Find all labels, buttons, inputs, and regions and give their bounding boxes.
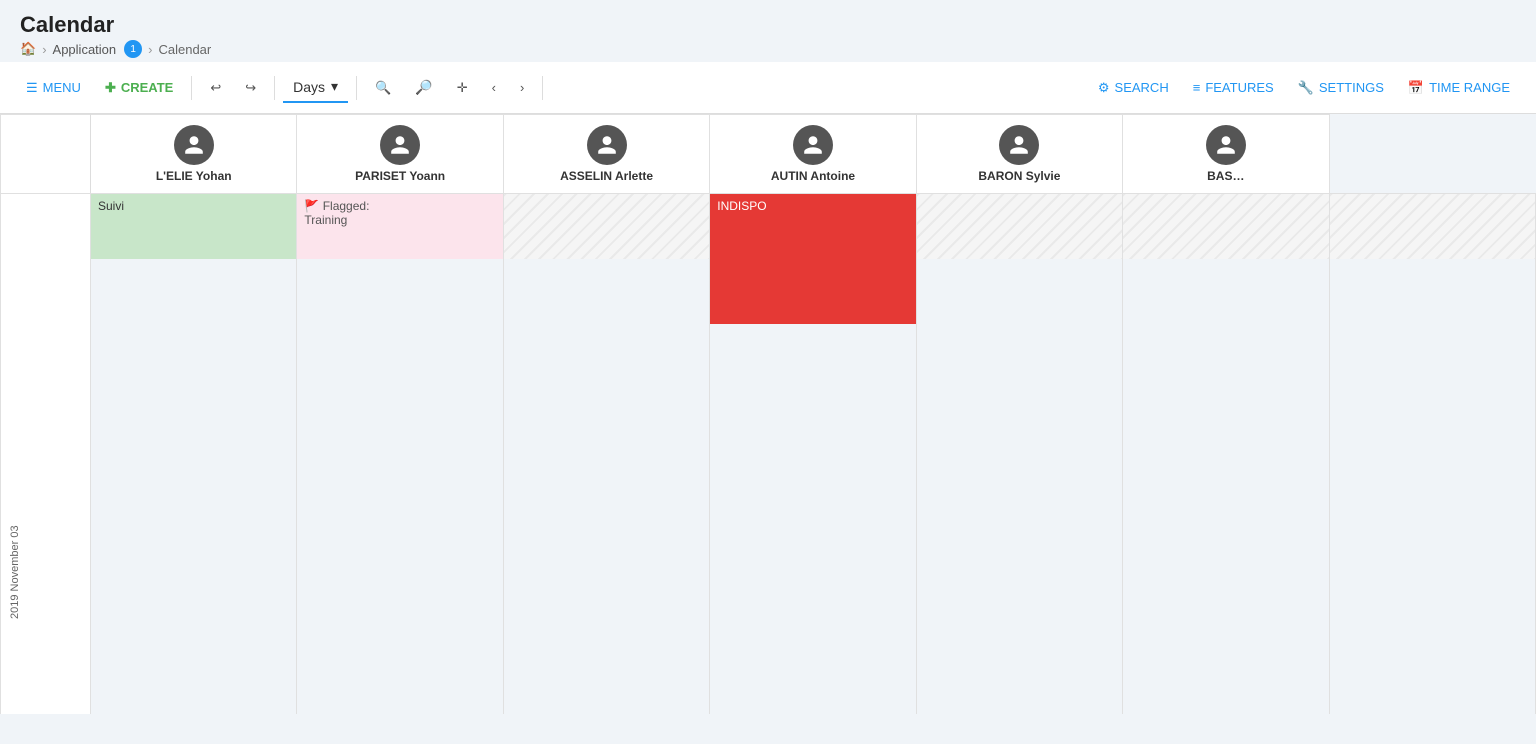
cell-03nov-asselin[interactable] bbox=[503, 194, 709, 715]
view-label: Days bbox=[293, 79, 325, 95]
view-select[interactable]: Days ▾ bbox=[283, 72, 348, 103]
next-button[interactable]: › bbox=[510, 74, 534, 101]
cell-hatched-03-asselin bbox=[504, 194, 709, 259]
event-suivi[interactable]: Suivi bbox=[91, 194, 296, 259]
undo-button[interactable]: ↩ bbox=[200, 74, 231, 102]
page-header: Calendar 🏠 › Application 1 › Calendar bbox=[0, 0, 1536, 62]
cell-03nov-bast[interactable] bbox=[1329, 194, 1535, 715]
resource-name-autin: AUTIN Antoine bbox=[771, 169, 855, 183]
search-icon: ⚙ bbox=[1098, 80, 1110, 96]
cell-03nov-autin[interactable] bbox=[916, 194, 1122, 715]
event-indispo-arlette-03[interactable]: INDISPO bbox=[710, 194, 915, 324]
avatar-lelie bbox=[174, 125, 214, 165]
notification-badge: 1 bbox=[124, 40, 142, 58]
cell-hatched-03-autin bbox=[917, 194, 1122, 259]
cell-03nov-lelie[interactable]: Suivi bbox=[91, 194, 297, 715]
home-icon: 🏠 bbox=[20, 41, 36, 57]
settings-button[interactable]: 🔧 SETTINGS bbox=[1288, 74, 1394, 102]
divider-2 bbox=[274, 76, 275, 100]
plus-icon: ✚ bbox=[105, 80, 116, 96]
resource-name-pariset: PARISET Yoann bbox=[355, 169, 445, 183]
resource-name-baron: BARON Sylvie bbox=[978, 169, 1060, 183]
resource-name-bast: BAS… bbox=[1207, 169, 1244, 183]
resource-header-bast: BAS… bbox=[1123, 115, 1329, 194]
breadcrumb: 🏠 › Application 1 › Calendar bbox=[20, 40, 1516, 58]
avatar-pariset bbox=[380, 125, 420, 165]
date-label-03nov: 2019 November 03 bbox=[1, 194, 91, 715]
undo-icon: ↩ bbox=[210, 80, 221, 96]
prev-button[interactable]: ‹ bbox=[482, 74, 506, 101]
toolbar-right: ⚙ SEARCH ≡ FEATURES 🔧 SETTINGS 📅 TIME RA… bbox=[1088, 74, 1520, 102]
divider-1 bbox=[191, 76, 192, 100]
search-label: SEARCH bbox=[1115, 80, 1169, 95]
move-button[interactable]: ✛ bbox=[447, 74, 478, 102]
features-label: FEATURES bbox=[1205, 80, 1273, 95]
resource-header-autin: AUTIN Antoine bbox=[710, 115, 916, 194]
cell-03nov-pariset[interactable]: 🚩 Flagged:Training bbox=[297, 194, 503, 715]
next-icon: › bbox=[520, 80, 524, 95]
breadcrumb-application[interactable]: Application bbox=[53, 42, 117, 57]
chevron-down-icon: ▾ bbox=[331, 78, 338, 95]
resource-name-asselin: ASSELIN Arlette bbox=[560, 169, 653, 183]
avatar-bast bbox=[1206, 125, 1246, 165]
resource-header-baron: BARON Sylvie bbox=[916, 115, 1122, 194]
header-empty bbox=[1, 115, 91, 194]
zoom-out-icon: 🔎 bbox=[415, 79, 432, 96]
settings-label: SETTINGS bbox=[1319, 80, 1384, 95]
divider-3 bbox=[356, 76, 357, 100]
toolbar: ☰ MENU ✚ CREATE ↩ ↪ Days ▾ 🔍 🔎 ✛ ‹ › ⚙ S… bbox=[0, 62, 1536, 114]
zoom-in-icon: 🔍 bbox=[375, 80, 391, 96]
time-range-button[interactable]: 📅 TIME RANGE bbox=[1398, 74, 1520, 102]
avatar-autin bbox=[793, 125, 833, 165]
resource-header-lelie: L'ELIE Yohan bbox=[91, 115, 297, 194]
vertical-month-label: 2019 November 03 bbox=[9, 200, 21, 714]
resource-header-pariset: PARISET Yoann bbox=[297, 115, 503, 194]
resource-header-row: L'ELIE Yohan PARISET Yoann bbox=[1, 115, 1536, 194]
calendar-table: L'ELIE Yohan PARISET Yoann bbox=[0, 114, 1536, 714]
features-button[interactable]: ≡ FEATURES bbox=[1183, 74, 1284, 101]
page-title: Calendar bbox=[20, 12, 1516, 38]
resource-name-lelie: L'ELIE Yohan bbox=[156, 169, 232, 183]
redo-button[interactable]: ↪ bbox=[235, 74, 266, 102]
cell-hatched-03-baron bbox=[1123, 194, 1328, 259]
create-button[interactable]: ✚ CREATE bbox=[95, 74, 183, 102]
settings-icon: 🔧 bbox=[1298, 80, 1314, 96]
prev-icon: ‹ bbox=[492, 80, 496, 95]
time-range-label: TIME RANGE bbox=[1429, 80, 1510, 95]
menu-button[interactable]: ☰ MENU bbox=[16, 74, 91, 102]
resource-header-asselin: ASSELIN Arlette bbox=[503, 115, 709, 194]
create-label: CREATE bbox=[121, 80, 173, 95]
cell-hatched-03-bast bbox=[1330, 194, 1535, 259]
move-icon: ✛ bbox=[457, 80, 468, 96]
search-button[interactable]: ⚙ SEARCH bbox=[1088, 74, 1179, 102]
calendar-wrapper: L'ELIE Yohan PARISET Yoann bbox=[0, 114, 1536, 714]
menu-label: MENU bbox=[43, 80, 81, 95]
row-03nov: 2019 November 03 Suivi 🚩 Flagged:Trainin… bbox=[1, 194, 1536, 715]
zoom-out-button[interactable]: 🔎 bbox=[405, 73, 442, 102]
calendar-icon: 📅 bbox=[1408, 80, 1424, 96]
cell-03nov-baron[interactable] bbox=[1123, 194, 1329, 715]
cell-03nov-arlette-indispo[interactable]: INDISPO bbox=[710, 194, 916, 715]
features-icon: ≡ bbox=[1193, 80, 1201, 95]
avatar-baron bbox=[999, 125, 1039, 165]
menu-icon: ☰ bbox=[26, 80, 38, 96]
breadcrumb-calendar: Calendar bbox=[158, 42, 211, 57]
zoom-in-button[interactable]: 🔍 bbox=[365, 74, 401, 102]
avatar-asselin bbox=[587, 125, 627, 165]
redo-icon: ↪ bbox=[245, 80, 256, 96]
divider-4 bbox=[542, 76, 543, 100]
event-flagged-training[interactable]: 🚩 Flagged:Training bbox=[297, 194, 502, 259]
